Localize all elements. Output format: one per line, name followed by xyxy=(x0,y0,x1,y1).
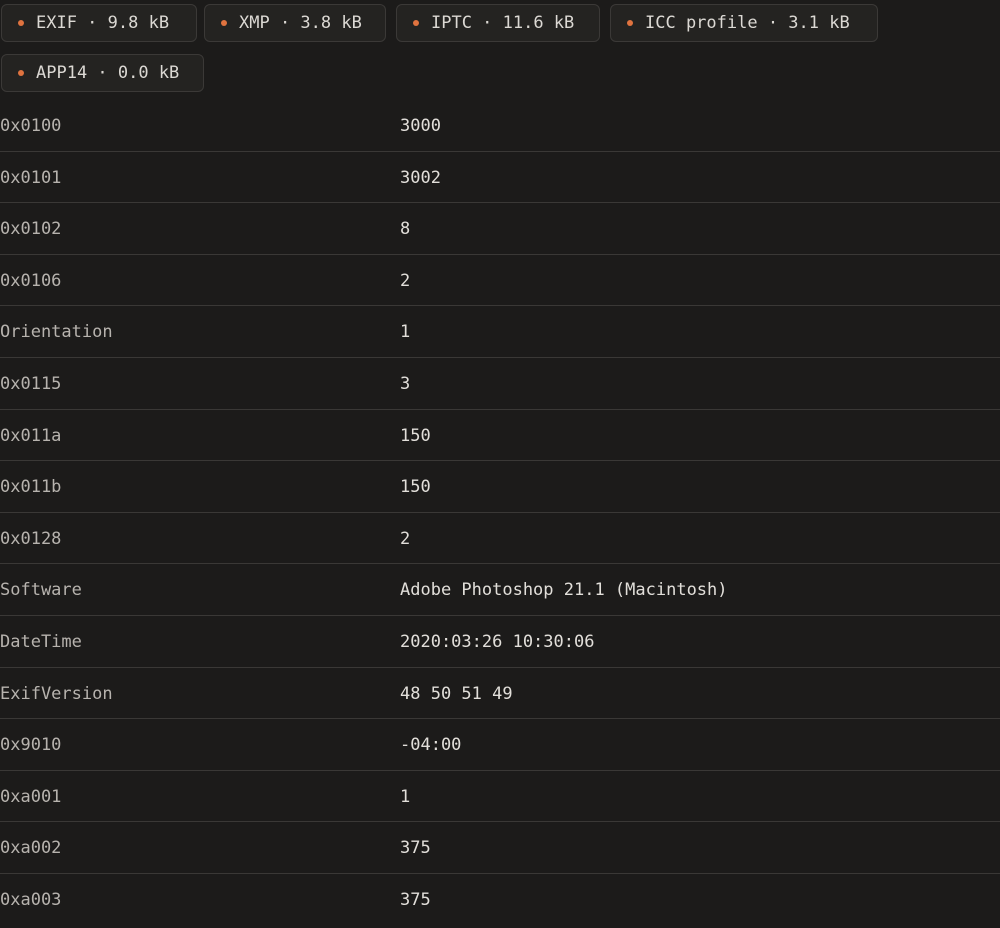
segment-chip-app14[interactable]: APP14 · 0.0 kB xyxy=(1,54,204,92)
segment-dot-icon xyxy=(221,20,227,26)
segment-chip-icc-profile[interactable]: ICC profile · 3.1 kB xyxy=(610,4,878,42)
metadata-table: 0x0100 3000 0x0101 3002 0x0102 8 0x0106 … xyxy=(0,100,1000,926)
tag-key: 0x011a xyxy=(0,425,62,446)
tag-value: Adobe Photoshop 21.1 (Macintosh) xyxy=(400,580,728,601)
table-row: 0x0102 8 xyxy=(0,203,1000,255)
table-row: 0x011b 150 xyxy=(0,461,1000,513)
segment-chip-label: IPTC · 11.6 kB xyxy=(431,13,575,33)
tag-value: 150 xyxy=(400,425,431,446)
table-row: 0x0128 2 xyxy=(0,513,1000,565)
table-row: 0x0106 2 xyxy=(0,255,1000,307)
tag-key: 0xa003 xyxy=(0,889,62,910)
table-row: 0x011a 150 xyxy=(0,410,1000,462)
segment-chip-exif[interactable]: EXIF · 9.8 kB xyxy=(1,4,197,42)
table-row: 0xa003 375 xyxy=(0,874,1000,926)
table-row: 0x0115 3 xyxy=(0,358,1000,410)
tag-key: Software xyxy=(0,580,82,601)
tag-key: 0x011b xyxy=(0,477,62,498)
table-row: 0x0101 3002 xyxy=(0,152,1000,204)
table-row: DateTime 2020:03:26 10:30:06 xyxy=(0,616,1000,668)
table-row: 0xa001 1 xyxy=(0,771,1000,823)
segment-chip-label: EXIF · 9.8 kB xyxy=(36,13,170,33)
table-row: Software Adobe Photoshop 21.1 (Macintosh… xyxy=(0,564,1000,616)
table-row: 0x0100 3000 xyxy=(0,100,1000,152)
tag-value: 375 xyxy=(400,838,431,859)
tag-value: 3 xyxy=(400,373,411,394)
tag-value: 3002 xyxy=(400,167,441,188)
segment-chip-label: APP14 · 0.0 kB xyxy=(36,63,180,83)
tag-key: DateTime xyxy=(0,631,82,652)
segment-chip-label: ICC profile · 3.1 kB xyxy=(645,13,850,33)
tag-value: 1 xyxy=(400,786,411,807)
tag-value: 1 xyxy=(400,322,411,343)
tag-value: 2 xyxy=(400,270,411,291)
tag-key: 0x9010 xyxy=(0,735,62,756)
segment-chip-xmp[interactable]: XMP · 3.8 kB xyxy=(204,4,386,42)
segment-dot-icon xyxy=(18,70,24,76)
segment-dot-icon xyxy=(413,20,419,26)
tag-key: 0x0102 xyxy=(0,219,62,240)
tag-key: Orientation xyxy=(0,322,113,343)
tag-key: ExifVersion xyxy=(0,683,113,704)
tag-value: 3000 xyxy=(400,116,441,136)
tag-key: 0x0101 xyxy=(0,167,62,188)
table-row: 0x9010 -04:00 xyxy=(0,719,1000,771)
tag-key: 0x0128 xyxy=(0,528,62,549)
tag-key: 0xa001 xyxy=(0,786,62,807)
tag-key: 0xa002 xyxy=(0,838,62,859)
segment-chip-label: XMP · 3.8 kB xyxy=(239,13,362,33)
tag-value: 48 50 51 49 xyxy=(400,683,513,704)
segment-chip-bar: EXIF · 9.8 kB XMP · 3.8 kB IPTC · 11.6 k… xyxy=(0,0,1000,100)
tag-value: 150 xyxy=(400,477,431,498)
tag-value: 2020:03:26 10:30:06 xyxy=(400,631,595,652)
tag-value: 375 xyxy=(400,889,431,910)
table-row: 0xa002 375 xyxy=(0,822,1000,874)
tag-value: 2 xyxy=(400,528,411,549)
tag-value: 8 xyxy=(400,219,411,240)
table-row: ExifVersion 48 50 51 49 xyxy=(0,668,1000,720)
segment-chip-iptc[interactable]: IPTC · 11.6 kB xyxy=(396,4,600,42)
segment-dot-icon xyxy=(18,20,24,26)
tag-key: 0x0115 xyxy=(0,373,62,394)
tag-key: 0x0100 xyxy=(0,116,62,136)
table-row: Orientation 1 xyxy=(0,306,1000,358)
tag-key: 0x0106 xyxy=(0,270,62,291)
segment-dot-icon xyxy=(627,20,633,26)
tag-value: -04:00 xyxy=(400,735,462,756)
